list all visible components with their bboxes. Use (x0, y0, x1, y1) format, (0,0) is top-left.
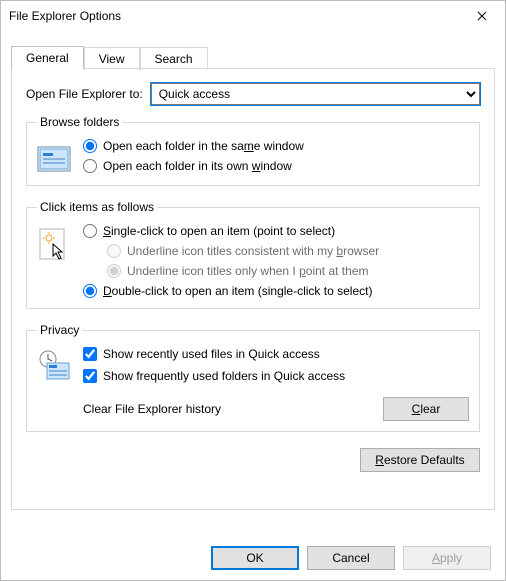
tab-view[interactable]: View (84, 47, 140, 70)
window-close-button[interactable] (459, 1, 505, 31)
open-file-explorer-label: Open File Explorer to: (26, 87, 143, 101)
cancel-button[interactable]: Cancel (307, 546, 395, 570)
open-file-explorer-row: Open File Explorer to: Quick access (26, 83, 480, 105)
window-title: File Explorer Options (9, 9, 459, 23)
underline-browser-radio (107, 244, 121, 258)
privacy-icon (37, 349, 71, 383)
underline-point-option: Underline icon titles only when I point … (107, 264, 469, 278)
browse-folders-group: Browse folders (26, 115, 480, 186)
single-click-radio[interactable] (83, 224, 97, 238)
single-click-option[interactable]: Single-click to open an item (point to s… (83, 224, 469, 238)
double-click-label: Double-click to open an item (single-cli… (103, 284, 372, 298)
browse-same-window-option[interactable]: Open each folder in the same window (83, 139, 469, 153)
titlebar: File Explorer Options (1, 1, 505, 31)
tab-strip: General View Search (11, 45, 495, 68)
tab-general[interactable]: General (11, 46, 84, 69)
restore-defaults-row: Restore Defaults (26, 448, 480, 472)
show-recent-files-checkbox[interactable] (83, 347, 97, 361)
folder-icon (37, 141, 71, 175)
dialog-footer: OK Cancel Apply (211, 546, 491, 570)
double-click-radio[interactable] (83, 284, 97, 298)
underline-browser-label: Underline icon titles consistent with my… (127, 244, 379, 258)
single-click-label: Single-click to open an item (point to s… (103, 224, 335, 238)
clear-button[interactable]: Clear (383, 397, 469, 421)
folder-options-window: File Explorer Options General View Searc… (0, 0, 506, 581)
underline-browser-option: Underline icon titles consistent with my… (107, 244, 469, 258)
double-click-option[interactable]: Double-click to open an item (single-cli… (83, 284, 469, 298)
browse-own-window-radio[interactable] (83, 159, 97, 173)
browse-own-window-label: Open each folder in its own window (103, 159, 292, 173)
ok-button[interactable]: OK (211, 546, 299, 570)
restore-defaults-button[interactable]: Restore Defaults (360, 448, 480, 472)
click-icon (37, 226, 71, 260)
show-frequent-folders-label: Show frequently used folders in Quick ac… (103, 369, 345, 383)
browse-own-window-option[interactable]: Open each folder in its own window (83, 159, 469, 173)
close-icon (477, 11, 487, 21)
clear-history-row: Clear File Explorer history Clear (83, 397, 469, 421)
tab-search[interactable]: Search (140, 47, 208, 70)
click-items-legend: Click items as follows (37, 200, 157, 214)
show-frequent-folders-option[interactable]: Show frequently used folders in Quick ac… (83, 369, 469, 383)
privacy-legend: Privacy (37, 323, 82, 337)
window-body: General View Search Open File Explorer t… (1, 31, 505, 514)
click-items-group: Click items as follows (26, 200, 480, 309)
browse-same-window-radio[interactable] (83, 139, 97, 153)
open-file-explorer-select[interactable]: Quick access (151, 83, 480, 105)
underline-point-label: Underline icon titles only when I point … (127, 264, 368, 278)
show-frequent-folders-checkbox[interactable] (83, 369, 97, 383)
privacy-group: Privacy (26, 323, 480, 432)
show-recent-files-label: Show recently used files in Quick access (103, 347, 320, 361)
browse-folders-legend: Browse folders (37, 115, 122, 129)
underline-point-radio (107, 264, 121, 278)
apply-button: Apply (403, 546, 491, 570)
show-recent-files-option[interactable]: Show recently used files in Quick access (83, 347, 469, 361)
tab-panel-general: Open File Explorer to: Quick access Brow… (11, 68, 495, 510)
clear-history-label: Clear File Explorer history (83, 402, 221, 416)
browse-same-window-label: Open each folder in the same window (103, 139, 304, 153)
open-file-explorer-select-wrap: Quick access (151, 83, 480, 105)
